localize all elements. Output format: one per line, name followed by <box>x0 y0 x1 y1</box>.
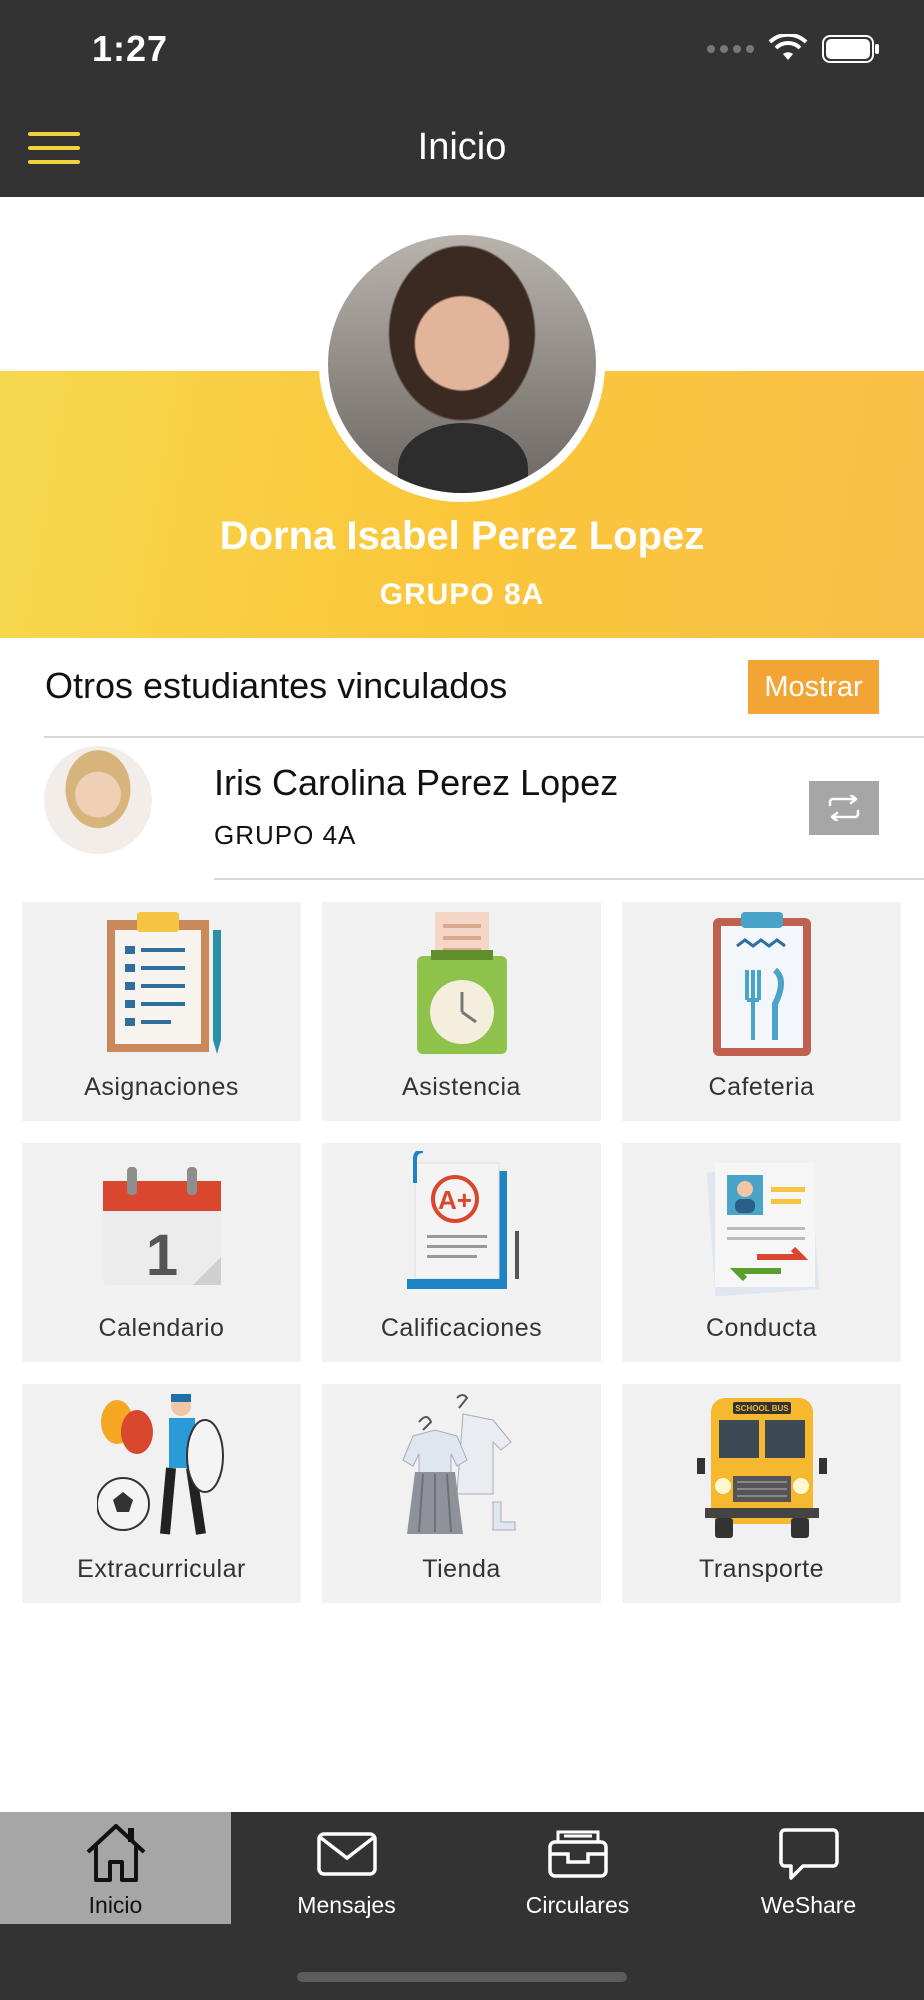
linked-student-group: GRUPO 4A <box>214 820 357 850</box>
tab-label: Inicio <box>88 1892 143 1918</box>
divider <box>44 736 924 738</box>
modules-grid: Asignaciones Asistencia Cafeteria 1 Cale… <box>22 902 902 1603</box>
tile-extracurricular[interactable]: Extracurricular <box>22 1384 301 1603</box>
tile-label: Calificaciones <box>380 1314 543 1342</box>
tile-calificaciones[interactable]: A+ Calificaciones <box>322 1143 601 1362</box>
conduct-card-icon <box>706 1163 820 1297</box>
tile-label: Tienda <box>422 1555 501 1583</box>
home-indicator <box>297 1972 627 1982</box>
grade-report-icon: A+ <box>407 1151 519 1289</box>
inbox-tray-icon <box>548 1830 608 1878</box>
uniform-icon <box>402 1394 516 1534</box>
home-icon <box>86 1824 146 1882</box>
svg-text:A+: A+ <box>438 1185 472 1215</box>
linked-student-name: Iris Carolina Perez Lopez <box>214 762 619 803</box>
switch-student-button[interactable] <box>809 781 879 835</box>
tile-transporte[interactable]: SCHOOL BUS Transporte <box>622 1384 901 1603</box>
wifi-icon <box>768 34 808 60</box>
tile-calendario[interactable]: 1 Calendario <box>22 1143 301 1362</box>
tile-cafeteria[interactable]: Cafeteria <box>622 902 901 1121</box>
linked-students-title: Otros estudiantes vinculados <box>45 665 508 706</box>
battery-icon <box>822 35 879 63</box>
calendar-icon: 1 <box>103 1167 221 1288</box>
cellular-signal-icon <box>707 45 754 53</box>
clipboard-icon <box>107 912 221 1054</box>
tab-circulares[interactable]: Circulares <box>462 1812 693 1924</box>
status-bar: 1:27 <box>0 0 924 100</box>
tile-label: Extracurricular <box>77 1555 246 1583</box>
tab-mensajes[interactable]: Mensajes <box>231 1812 462 1924</box>
linked-student-avatar <box>44 746 152 854</box>
show-button[interactable]: Mostrar <box>748 660 879 714</box>
tab-inicio[interactable]: Inicio <box>0 1812 231 1924</box>
svg-text:1: 1 <box>146 1223 178 1288</box>
tile-asistencia[interactable]: Asistencia <box>322 902 601 1121</box>
tile-label: Cafeteria <box>708 1073 815 1101</box>
tile-conducta[interactable]: Conducta <box>622 1143 901 1362</box>
student-name: Dorna Isabel Perez Lopez <box>219 514 705 558</box>
tile-label: Calendario <box>98 1314 225 1342</box>
tab-label: WeShare <box>760 1892 857 1918</box>
tile-label: Asignaciones <box>84 1073 239 1101</box>
menu-cutlery-icon <box>713 912 811 1056</box>
tab-label: Circulares <box>525 1892 630 1918</box>
swap-arrows-icon <box>828 795 860 821</box>
status-time: 1:27 <box>92 28 169 69</box>
linked-student-row[interactable]: Iris Carolina Perez Lopez GRUPO 4A <box>0 740 924 880</box>
tile-label: Conducta <box>705 1314 818 1342</box>
status-icons <box>707 34 880 64</box>
tile-asignaciones[interactable]: Asignaciones <box>22 902 301 1121</box>
student-group: GRUPO 8A <box>379 578 545 611</box>
svg-text:SCHOOL BUS: SCHOOL BUS <box>735 1404 789 1413</box>
tab-weshare[interactable]: WeShare <box>693 1812 924 1924</box>
chat-bubble-icon <box>779 1828 839 1880</box>
page-title: Inicio <box>417 126 507 168</box>
tab-label: Mensajes <box>297 1892 396 1918</box>
school-bus-icon: SCHOOL BUS <box>697 1398 827 1538</box>
navigation-bar: Inicio <box>0 100 924 197</box>
activities-icon <box>97 1394 224 1535</box>
time-clock-icon <box>417 912 507 1054</box>
tile-label: Asistencia <box>402 1073 521 1101</box>
tile-label: Transporte <box>699 1555 824 1583</box>
student-avatar <box>319 226 605 502</box>
divider <box>214 878 924 880</box>
tile-tienda[interactable]: Tienda <box>322 1384 601 1603</box>
envelope-icon <box>317 1832 377 1876</box>
